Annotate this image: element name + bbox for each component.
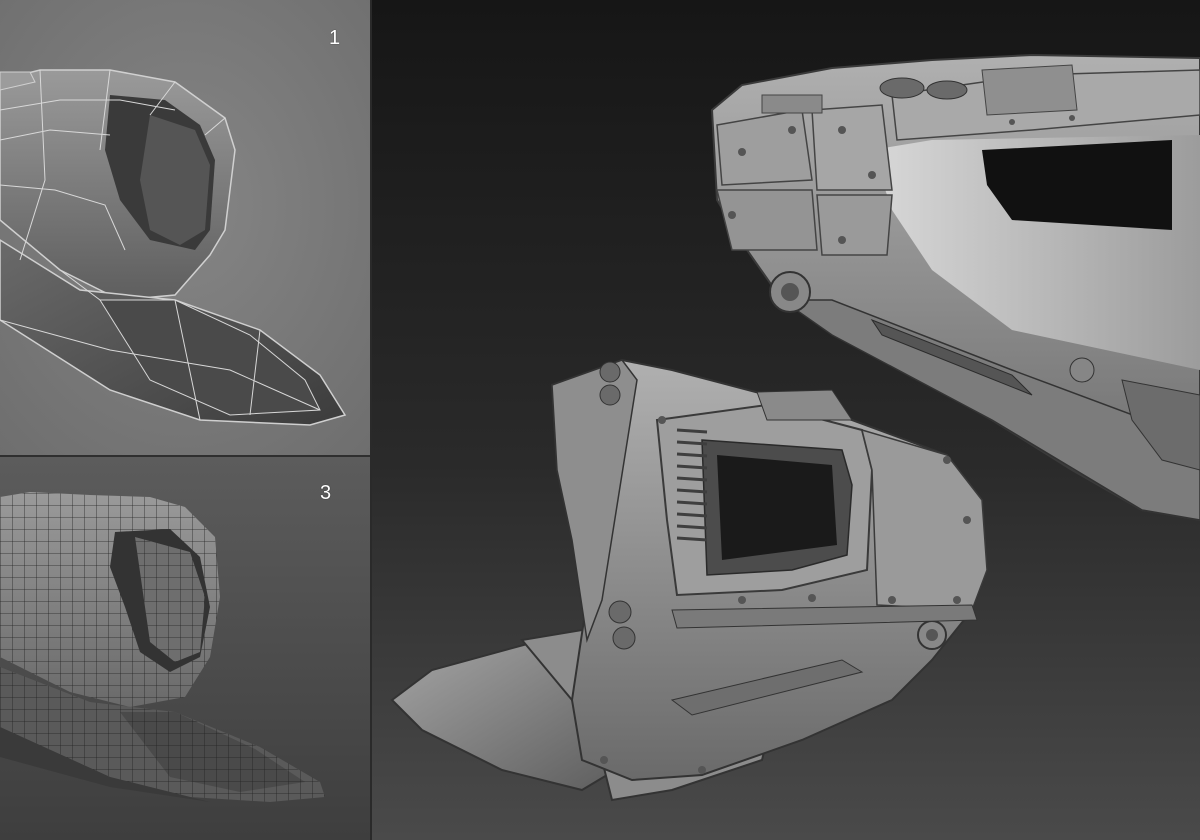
blockout-mesh-render bbox=[0, 0, 370, 455]
sculpt-viewport bbox=[372, 0, 1200, 840]
panel-number-label: 1 bbox=[329, 27, 341, 49]
panel-number-label: 3 bbox=[320, 482, 332, 504]
sculpt-render bbox=[372, 0, 1200, 840]
retopology-mesh-render bbox=[0, 457, 370, 840]
blockout-viewport: 1 bbox=[0, 0, 370, 455]
retopology-viewport: 3 bbox=[0, 457, 370, 840]
